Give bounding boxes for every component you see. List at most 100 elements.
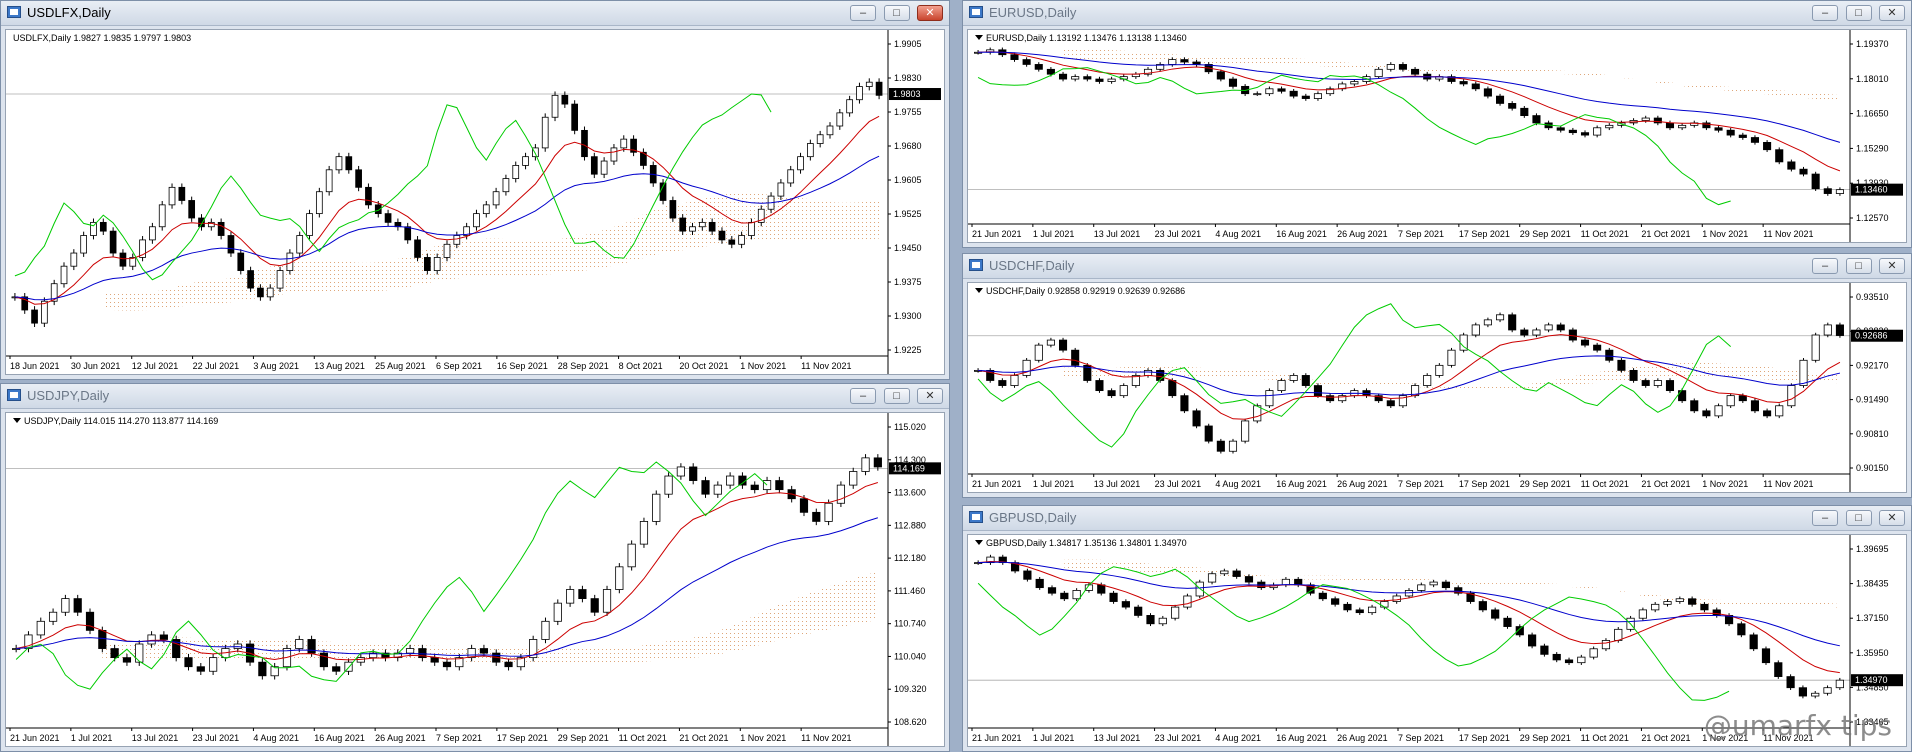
ichimoku-cloud [1063,49,1840,120]
minimize-button[interactable]: – [1812,5,1839,21]
price-tick-label: 112.880 [894,520,926,530]
chart-window-eurusd[interactable]: EURUSD,Daily – □ ✕ 1.19370 1.18010 1.16650… [962,0,1912,248]
close-button[interactable]: ✕ [1879,258,1905,274]
candle-body [1577,656,1586,664]
candle-body [553,602,562,622]
time-tick-label: 1 Nov 2021 [740,733,786,743]
maximize-button[interactable]: □ [1845,5,1872,21]
candle-body [1216,440,1225,452]
candle-body [750,484,759,491]
price-tick-label: 1.9225 [894,345,922,355]
candle-body [1641,117,1650,121]
chart-window-usdchf[interactable]: USDCHF,Daily – □ ✕ 0.935100.928300.92170… [962,253,1912,498]
candle-body [1520,107,1529,117]
candle-body [99,221,107,232]
candle-body [1568,329,1577,341]
candle-body [227,235,235,254]
candle-body [1423,375,1432,386]
candle-body [1097,584,1106,594]
candle-body [1171,606,1180,619]
close-button[interactable]: ✕ [917,388,943,404]
time-tick-label: 17 Sep 2021 [1459,733,1510,743]
collapse-triangle-icon[interactable] [975,35,983,40]
chart-window-usdlfx[interactable]: USDLFX,Daily – □ ✕ 1.9905 1.9830 1.9755 1.9… [0,0,950,380]
candle-body [571,103,579,131]
close-button[interactable]: ✕ [1879,5,1905,21]
time-tick-label: 21 Oct 2021 [1641,479,1690,489]
candle-body [865,81,873,87]
candle-body [135,643,144,663]
candle-body [1540,645,1549,655]
candle-body [1688,598,1697,605]
time-tick-label: 1 Jul 2021 [1033,479,1075,489]
maximize-button[interactable]: □ [1845,258,1872,274]
time-tick-label: 1 Nov 2021 [1702,479,1748,489]
title-bar[interactable]: USDJPY,Daily – □ ✕ [1,384,949,409]
candle-body [627,543,636,568]
maximize-button[interactable]: □ [1845,510,1872,526]
candle-body [1556,127,1565,131]
price-chart[interactable]: 0.935100.928300.921700.914900.908100.901… [967,282,1907,493]
candle-body [482,204,490,215]
candle-body [1265,88,1274,95]
collapse-triangle-icon[interactable] [13,418,21,423]
candle-body [708,221,716,232]
candle-body [473,213,480,228]
candle-body [1605,349,1614,361]
candle-body [453,235,461,245]
title-bar[interactable]: USDLFX,Daily – □ ✕ [1,1,949,26]
time-tick-label: 1 Jul 2021 [1033,229,1075,239]
candle-body [345,156,353,171]
candle-body [1750,137,1759,143]
candle-body [1532,329,1541,336]
close-button[interactable]: ✕ [1879,510,1905,526]
collapse-triangle-icon[interactable] [975,540,983,545]
price-chart[interactable]: 1.9905 1.9830 1.9755 1.9680 1.9605 1.9525 1.94… [5,29,945,375]
price-chart[interactable]: 115.020 114.300 113.600 112.880 112.180 111.4… [5,412,945,747]
title-bar[interactable]: USDCHF,Daily – □ ✕ [963,254,1911,279]
candle-body [492,191,500,206]
chart-window-usdjpy[interactable]: USDJPY,Daily – □ ✕ 115.020 114.300 113.600… [0,383,950,752]
title-bar[interactable]: EURUSD,Daily – □ ✕ [963,1,1911,26]
price-chart[interactable]: 1.19370 1.18010 1.16650 1.15290 1.13930 1.125… [967,29,1907,243]
close-button[interactable]: ✕ [917,5,943,21]
candle-body [1726,395,1735,407]
time-tick-label: 17 Sep 2021 [1459,229,1510,239]
collapse-triangle-icon[interactable] [975,288,983,293]
candle-body [875,81,883,96]
minimize-button[interactable]: – [850,388,877,404]
minimize-button[interactable]: – [1812,258,1839,274]
candle-body [812,511,821,522]
candle-body [1761,648,1771,664]
candle-body [1629,369,1638,381]
candle-body [61,598,70,613]
candle-body [1059,339,1068,351]
candle-body [1712,609,1721,616]
candle-body [276,270,284,289]
candle-body [1289,90,1298,97]
title-bar[interactable]: GBPUSD,Daily – □ ✕ [963,506,1911,531]
minimize-button[interactable]: – [1812,510,1839,526]
candle-body [1398,64,1407,70]
candle-body [1835,189,1844,194]
maximize-button[interactable]: □ [883,388,910,404]
time-tick-label: 21 Jun 2021 [972,229,1022,239]
candle-body [1471,324,1480,336]
time-tick-label: 11 Oct 2021 [1581,229,1629,239]
candle-body [1119,385,1128,397]
candle-body [590,598,599,613]
time-tick-label: 29 Sep 2021 [1520,733,1571,743]
candle-body [1192,410,1201,427]
ichimoku-cloud [103,172,880,311]
candle-body [442,661,452,668]
current-price-label: 114.169 [893,463,925,473]
maximize-button[interactable]: □ [883,5,910,21]
chikou-line [977,67,1731,206]
candle-body [718,230,726,241]
candle-body [365,186,372,206]
minimize-button[interactable]: – [850,5,877,21]
candle-body [315,191,323,215]
candle-body [1799,359,1808,386]
candle-body [698,221,706,228]
candle-body [295,639,304,649]
